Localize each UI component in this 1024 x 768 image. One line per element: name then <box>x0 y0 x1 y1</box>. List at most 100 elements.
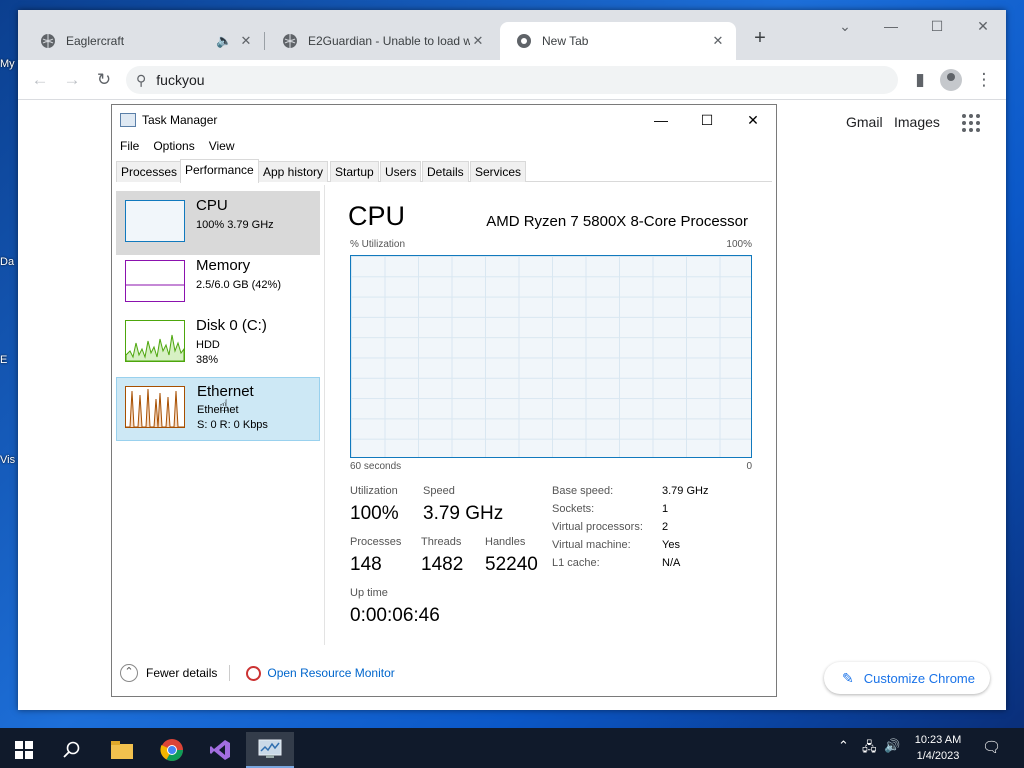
perf-item-disk[interactable]: Disk 0 (C:) HDD 38% <box>116 311 320 375</box>
visual-studio-icon[interactable] <box>196 732 244 768</box>
speed-label: Speed <box>423 485 455 497</box>
back-icon[interactable]: ← <box>28 68 52 92</box>
resource-monitor-icon <box>246 665 262 681</box>
task-manager-icon <box>120 113 136 127</box>
axis-max-label: 100% <box>726 239 752 250</box>
chevron-up-icon[interactable]: ⌃ <box>838 738 849 754</box>
fewer-details-link[interactable]: Fewer details <box>146 666 217 680</box>
menu-view[interactable]: View <box>209 135 235 157</box>
address-bar[interactable]: ⚲ <box>126 66 898 94</box>
close-button[interactable]: ✕ <box>730 105 776 135</box>
performance-sidebar: CPU 100% 3.79 GHz Memory 2.5/6.0 GB (42%… <box>116 191 322 643</box>
close-window-button[interactable]: ✕ <box>960 14 1006 40</box>
speaker-icon[interactable]: 🔈 <box>216 33 232 49</box>
profile-avatar[interactable] <box>940 69 962 91</box>
perf-item-detail: 38% <box>196 354 219 366</box>
spec-value: 3.79 GHz <box>662 485 709 497</box>
spec-value: N/A <box>662 557 681 569</box>
reload-icon[interactable]: ↻ <box>92 68 116 92</box>
tab-title: E2Guardian - Unable to load web page <box>308 34 470 48</box>
windows-start-icon[interactable] <box>0 732 48 768</box>
tab-processes[interactable]: Processes <box>116 161 183 182</box>
chevron-up-icon[interactable]: ⌃ <box>120 664 138 682</box>
close-tab-icon[interactable]: ✕ <box>710 33 726 49</box>
network-icon[interactable]: 🖧 <box>862 738 877 760</box>
maximize-button[interactable]: ☐ <box>684 105 730 135</box>
perf-item-ethernet[interactable]: Ethernet Ethernet S: 0 R: 0 Kbps ☝ <box>116 377 320 441</box>
open-resource-monitor-link[interactable]: Open Resource Monitor <box>267 666 394 680</box>
cpu-heading: CPU <box>348 201 406 231</box>
task-manager-footer: ⌃ Fewer details Open Resource Monitor <box>112 661 776 685</box>
chrome-taskbar-icon[interactable] <box>148 732 196 768</box>
search-icon: ⚲ <box>136 71 147 88</box>
close-tab-icon[interactable]: ✕ <box>470 33 486 49</box>
threads-value: 1482 <box>421 554 464 575</box>
pencil-icon: ✎ <box>842 669 854 686</box>
spec-label: Virtual processors: <box>552 521 643 533</box>
close-tab-icon[interactable]: ✕ <box>238 33 254 49</box>
search-icon[interactable] <box>48 732 96 768</box>
processes-value: 148 <box>350 554 382 575</box>
apps-grid-icon[interactable] <box>962 114 980 132</box>
panel-splitter[interactable] <box>324 185 325 645</box>
volume-icon[interactable]: 🔊 <box>884 738 900 754</box>
forward-icon[interactable]: → <box>60 68 84 92</box>
processes-label: Processes <box>350 536 402 548</box>
handles-label: Handles <box>485 536 526 548</box>
customize-chrome-button[interactable]: ✎ Customize Chrome <box>824 662 990 694</box>
perf-item-type: HDD <box>196 339 220 351</box>
task-manager-taskbar-icon[interactable] <box>246 732 294 768</box>
handles-value: 52240 <box>485 554 538 575</box>
tab-performance[interactable]: Performance <box>180 159 259 183</box>
menu-options[interactable]: Options <box>153 135 194 157</box>
clock[interactable]: 10:23 AM 1/4/2023 <box>906 732 970 764</box>
tab-bar: Processes Performance App history Startu… <box>116 159 772 183</box>
tab-details[interactable]: Details <box>422 161 469 182</box>
new-tab-button[interactable]: + <box>746 24 774 52</box>
footer-separator <box>229 665 231 681</box>
spec-value: 1 <box>662 503 669 515</box>
spec-label: Base speed: <box>552 485 614 497</box>
notifications-icon[interactable]: 🗨 <box>982 738 1001 756</box>
uptime-value: 0:00:06:46 <box>350 605 440 626</box>
minimize-button[interactable]: — <box>868 14 914 40</box>
tab-new-tab[interactable]: New Tab ✕ <box>500 22 736 60</box>
globe-icon <box>40 33 56 49</box>
menu-file[interactable]: File <box>120 135 139 157</box>
tab-separator <box>264 32 265 50</box>
tab-eaglercraft[interactable]: Eaglercraft 🔈 ✕ <box>24 22 264 60</box>
minimize-button[interactable]: — <box>638 105 684 135</box>
desktop-label-2[interactable]: Da <box>0 256 14 268</box>
menu-kebab-icon[interactable]: ⋮ <box>972 68 996 92</box>
tab-services[interactable]: Services <box>470 161 527 182</box>
tab-search-icon[interactable]: ⌄ <box>822 14 868 40</box>
taskbar: ⌃ 🖧 🔊 10:23 AM 1/4/2023 🗨 <box>0 728 1024 768</box>
tab-strip: Eaglercraft 🔈 ✕ E2Guardian - Unable to l… <box>18 10 1006 60</box>
file-explorer-icon[interactable] <box>98 732 146 768</box>
desktop-label-1[interactable]: My <box>0 58 15 70</box>
address-input[interactable] <box>156 72 857 88</box>
perf-item-cpu[interactable]: CPU 100% 3.79 GHz <box>116 191 320 255</box>
side-panel-icon[interactable]: ▮ <box>908 68 932 92</box>
perf-item-memory[interactable]: Memory 2.5/6.0 GB (42%) <box>116 251 320 315</box>
browser-toolbar: ← → ↻ ⚲ ▮ ⋮ <box>18 60 1006 100</box>
images-link[interactable]: Images <box>894 114 940 130</box>
spec-value: Yes <box>662 539 680 551</box>
tab-app-history[interactable]: App history <box>258 161 329 182</box>
desktop-label-3[interactable]: E <box>0 354 7 366</box>
perf-item-detail: S: 0 R: 0 Kbps <box>197 419 268 431</box>
utilization-label: Utilization <box>350 485 398 497</box>
tab-startup[interactable]: Startup <box>330 161 379 182</box>
maximize-button[interactable]: ☐ <box>914 14 960 40</box>
cpu-model-name: AMD Ryzen 7 5800X 8-Core Processor <box>486 213 748 230</box>
spec-label: Sockets: <box>552 503 595 515</box>
gmail-link[interactable]: Gmail <box>846 114 883 130</box>
disk-thumbnail <box>125 320 185 362</box>
tab-title: New Tab <box>542 34 589 48</box>
desktop-label-4[interactable]: Vis <box>0 454 15 466</box>
tab-e2guardian[interactable]: E2Guardian - Unable to load web page ✕ <box>266 22 496 60</box>
chrome-icon <box>516 33 532 49</box>
tab-users[interactable]: Users <box>380 161 422 182</box>
perf-item-adapter: Ethernet <box>197 404 239 416</box>
speed-value: 3.79 GHz <box>423 503 504 524</box>
